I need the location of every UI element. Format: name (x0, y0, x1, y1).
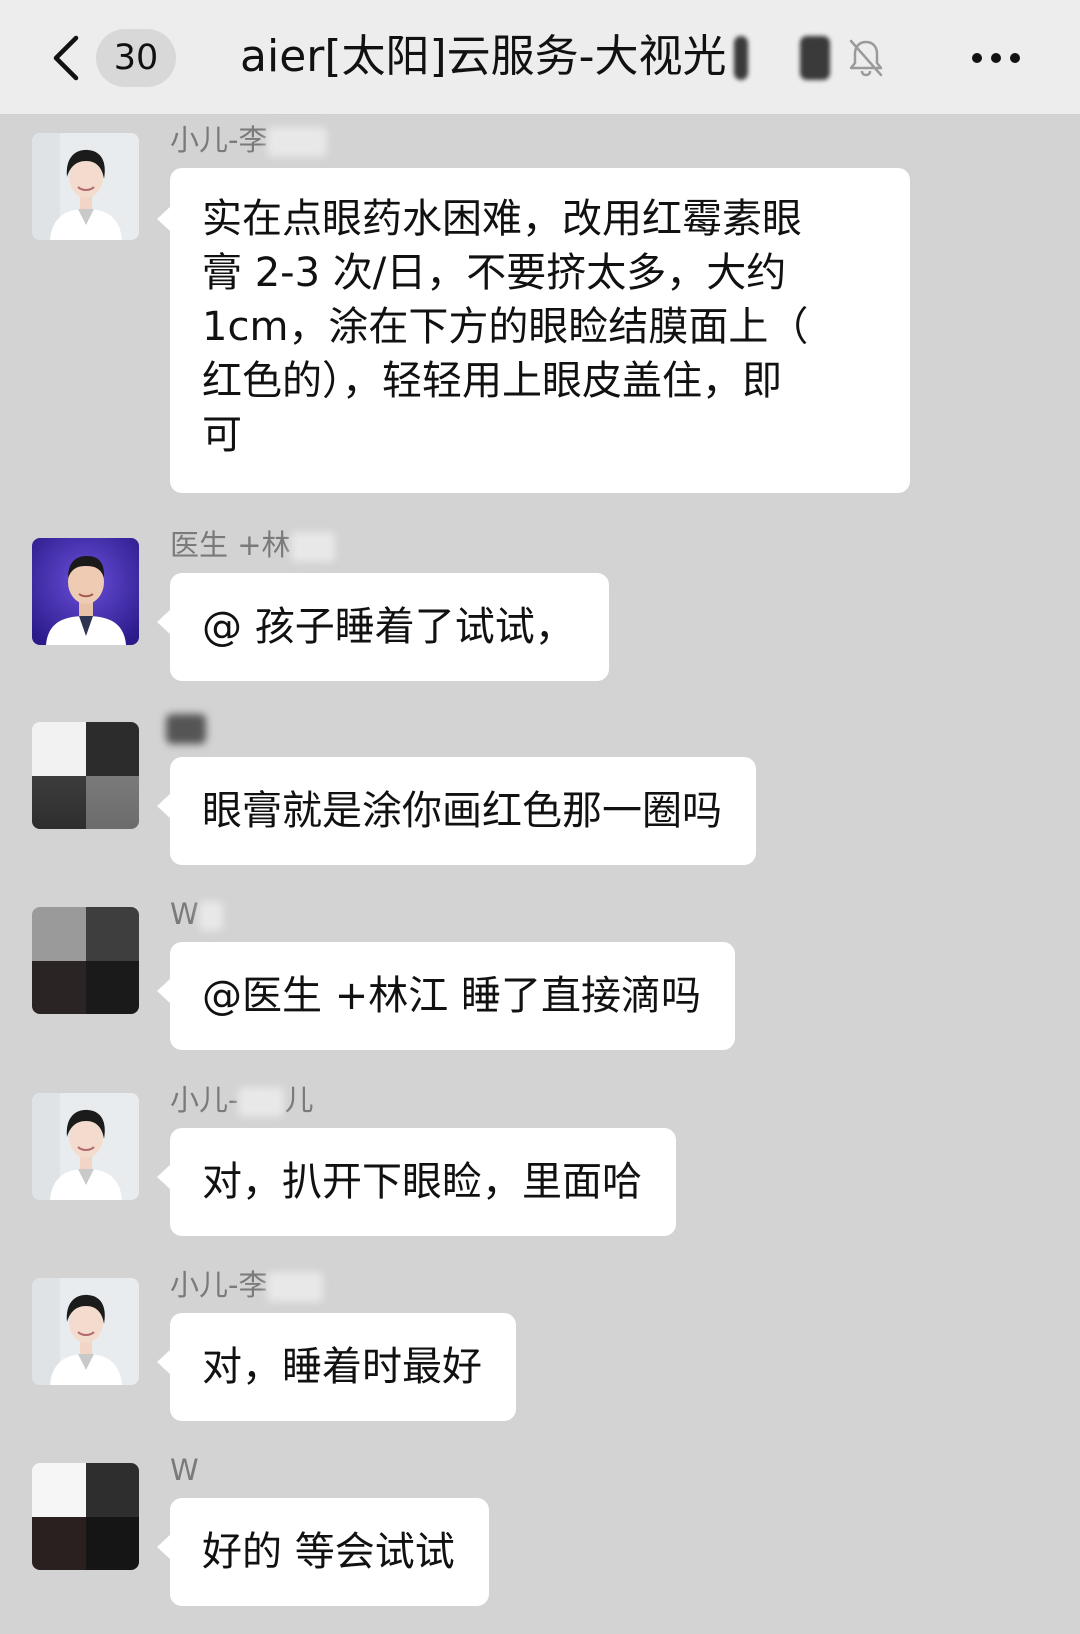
message-text: 眼膏就是涂你画红色那一圈吗 (202, 788, 722, 834)
chevron-left-icon (53, 35, 79, 81)
sender-name: 小儿-李 (170, 121, 328, 159)
sender-name: 小儿- 儿 (170, 1083, 314, 1117)
avatar-doctor-female[interactable] (32, 1093, 139, 1200)
redacted-name-part (267, 1272, 324, 1302)
redacted-name-part (238, 1087, 285, 1117)
message-line: 膏 2-3 次/日，不要挤太多，大约 (202, 250, 787, 296)
avatar-doctor-female[interactable] (32, 133, 139, 240)
message-bubble[interactable]: @ 孩子睡着了试试， (157, 573, 609, 681)
sender-name: 小儿-李 (170, 1266, 324, 1304)
redacted-title-part (800, 36, 830, 80)
message-bubble[interactable]: @医生 +林江 睡了直接滴吗 (157, 942, 735, 1050)
back-button[interactable] (44, 30, 94, 86)
unread-count-badge[interactable]: 30 (96, 29, 176, 87)
redacted-name-part (267, 127, 328, 157)
message-bubble[interactable]: 对，睡着时最好 (157, 1313, 516, 1421)
message-bubble[interactable]: 对，扒开下眼睑，里面哈 (157, 1128, 676, 1236)
redacted-name-part (290, 532, 335, 562)
more-options-button[interactable] (968, 35, 1024, 81)
avatar-doctor-male[interactable] (32, 538, 139, 645)
more-dots-icon (972, 53, 1020, 63)
message-line: 实在点眼药水困难，改用红霉素眼 (202, 196, 802, 242)
message-text: 好的 等会试试 (202, 1529, 455, 1575)
sender-name (166, 708, 206, 746)
redacted-name-part (166, 714, 206, 744)
redacted-name-part (198, 901, 223, 931)
message-line: 1cm，涂在下方的眼睑结膜面上（ (202, 304, 809, 350)
chat-title: aier[太阳]云服务-大视光 (240, 31, 727, 82)
sender-name: W (170, 895, 223, 933)
message-text: @ 孩子睡着了试试， (202, 604, 575, 650)
sender-name: W (170, 1453, 199, 1487)
message-text: 对，扒开下眼睑，里面哈 (202, 1159, 642, 1205)
avatar-pixelated[interactable] (32, 1463, 139, 1570)
redacted-title-part (734, 36, 748, 80)
message-bubble[interactable]: 好的 等会试试 (157, 1498, 489, 1606)
message-text: @医生 +林江 睡了直接滴吗 (202, 973, 701, 1019)
avatar-pixelated[interactable] (32, 907, 139, 1014)
sender-name: 医生 +林 (170, 526, 335, 564)
mute-bell-icon (846, 37, 886, 79)
message-line: 可 (202, 412, 242, 458)
avatar-doctor-female[interactable] (32, 1278, 139, 1385)
avatar-pixelated[interactable] (32, 722, 139, 829)
chat-header: 30 aier[太阳]云服务-大视光 (0, 0, 1080, 115)
message-bubble[interactable]: 眼膏就是涂你画红色那一圈吗 (157, 757, 756, 865)
message-bubble[interactable]: 实在点眼药水困难，改用红霉素眼 膏 2-3 次/日，不要挤太多，大约 1cm，涂… (157, 168, 910, 493)
message-line: 红色的），轻轻用上眼皮盖住，即 (202, 358, 782, 404)
message-text: 对，睡着时最好 (202, 1344, 482, 1390)
